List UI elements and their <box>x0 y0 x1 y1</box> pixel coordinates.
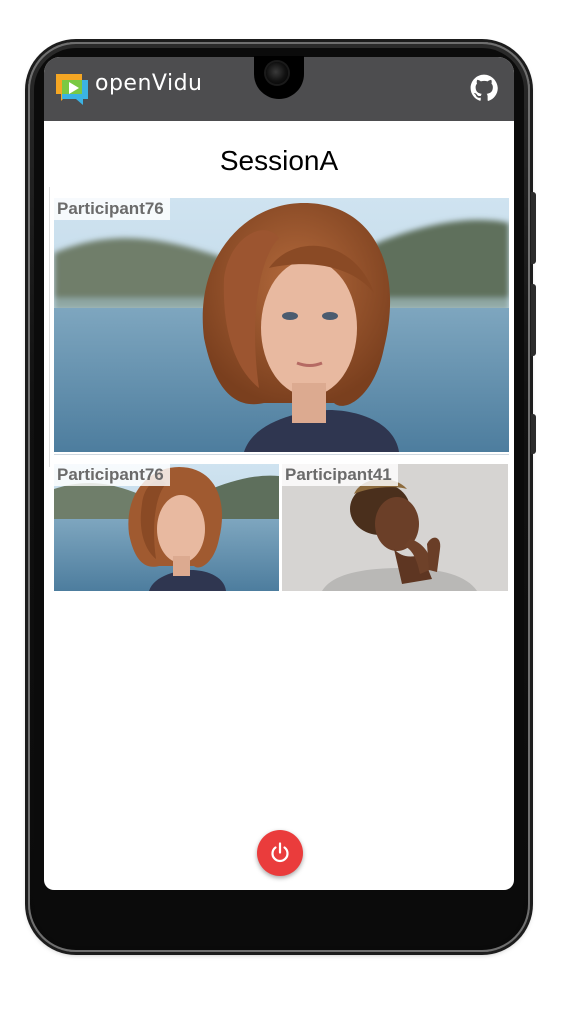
divider <box>54 454 509 455</box>
session-title: SessionA <box>219 145 339 176</box>
participant-name-label: Participant76 <box>54 198 170 220</box>
power-icon <box>271 842 289 863</box>
participant-name-label: Participant41 <box>282 464 398 486</box>
volume-up-button <box>531 192 536 264</box>
openvidu-logo-icon[interactable] <box>54 71 90 110</box>
participant-name-label: Participant76 <box>54 464 170 486</box>
participant-video <box>54 198 509 452</box>
volume-down-button <box>531 284 536 356</box>
app-screen: openVidu SessionA Participant76 Particip… <box>44 57 514 890</box>
leave-session-button[interactable] <box>257 830 303 876</box>
github-icon[interactable] <box>470 74 498 107</box>
main-video-tile[interactable]: Participant76 <box>54 198 509 452</box>
participant-video-tile[interactable]: Participant76 <box>54 464 279 591</box>
participant-video-tile[interactable]: Participant41 <box>282 464 508 591</box>
layout-edge <box>49 187 50 467</box>
power-side-button <box>531 414 536 454</box>
app-brand: openVidu <box>95 71 203 96</box>
front-camera-icon <box>266 62 288 84</box>
